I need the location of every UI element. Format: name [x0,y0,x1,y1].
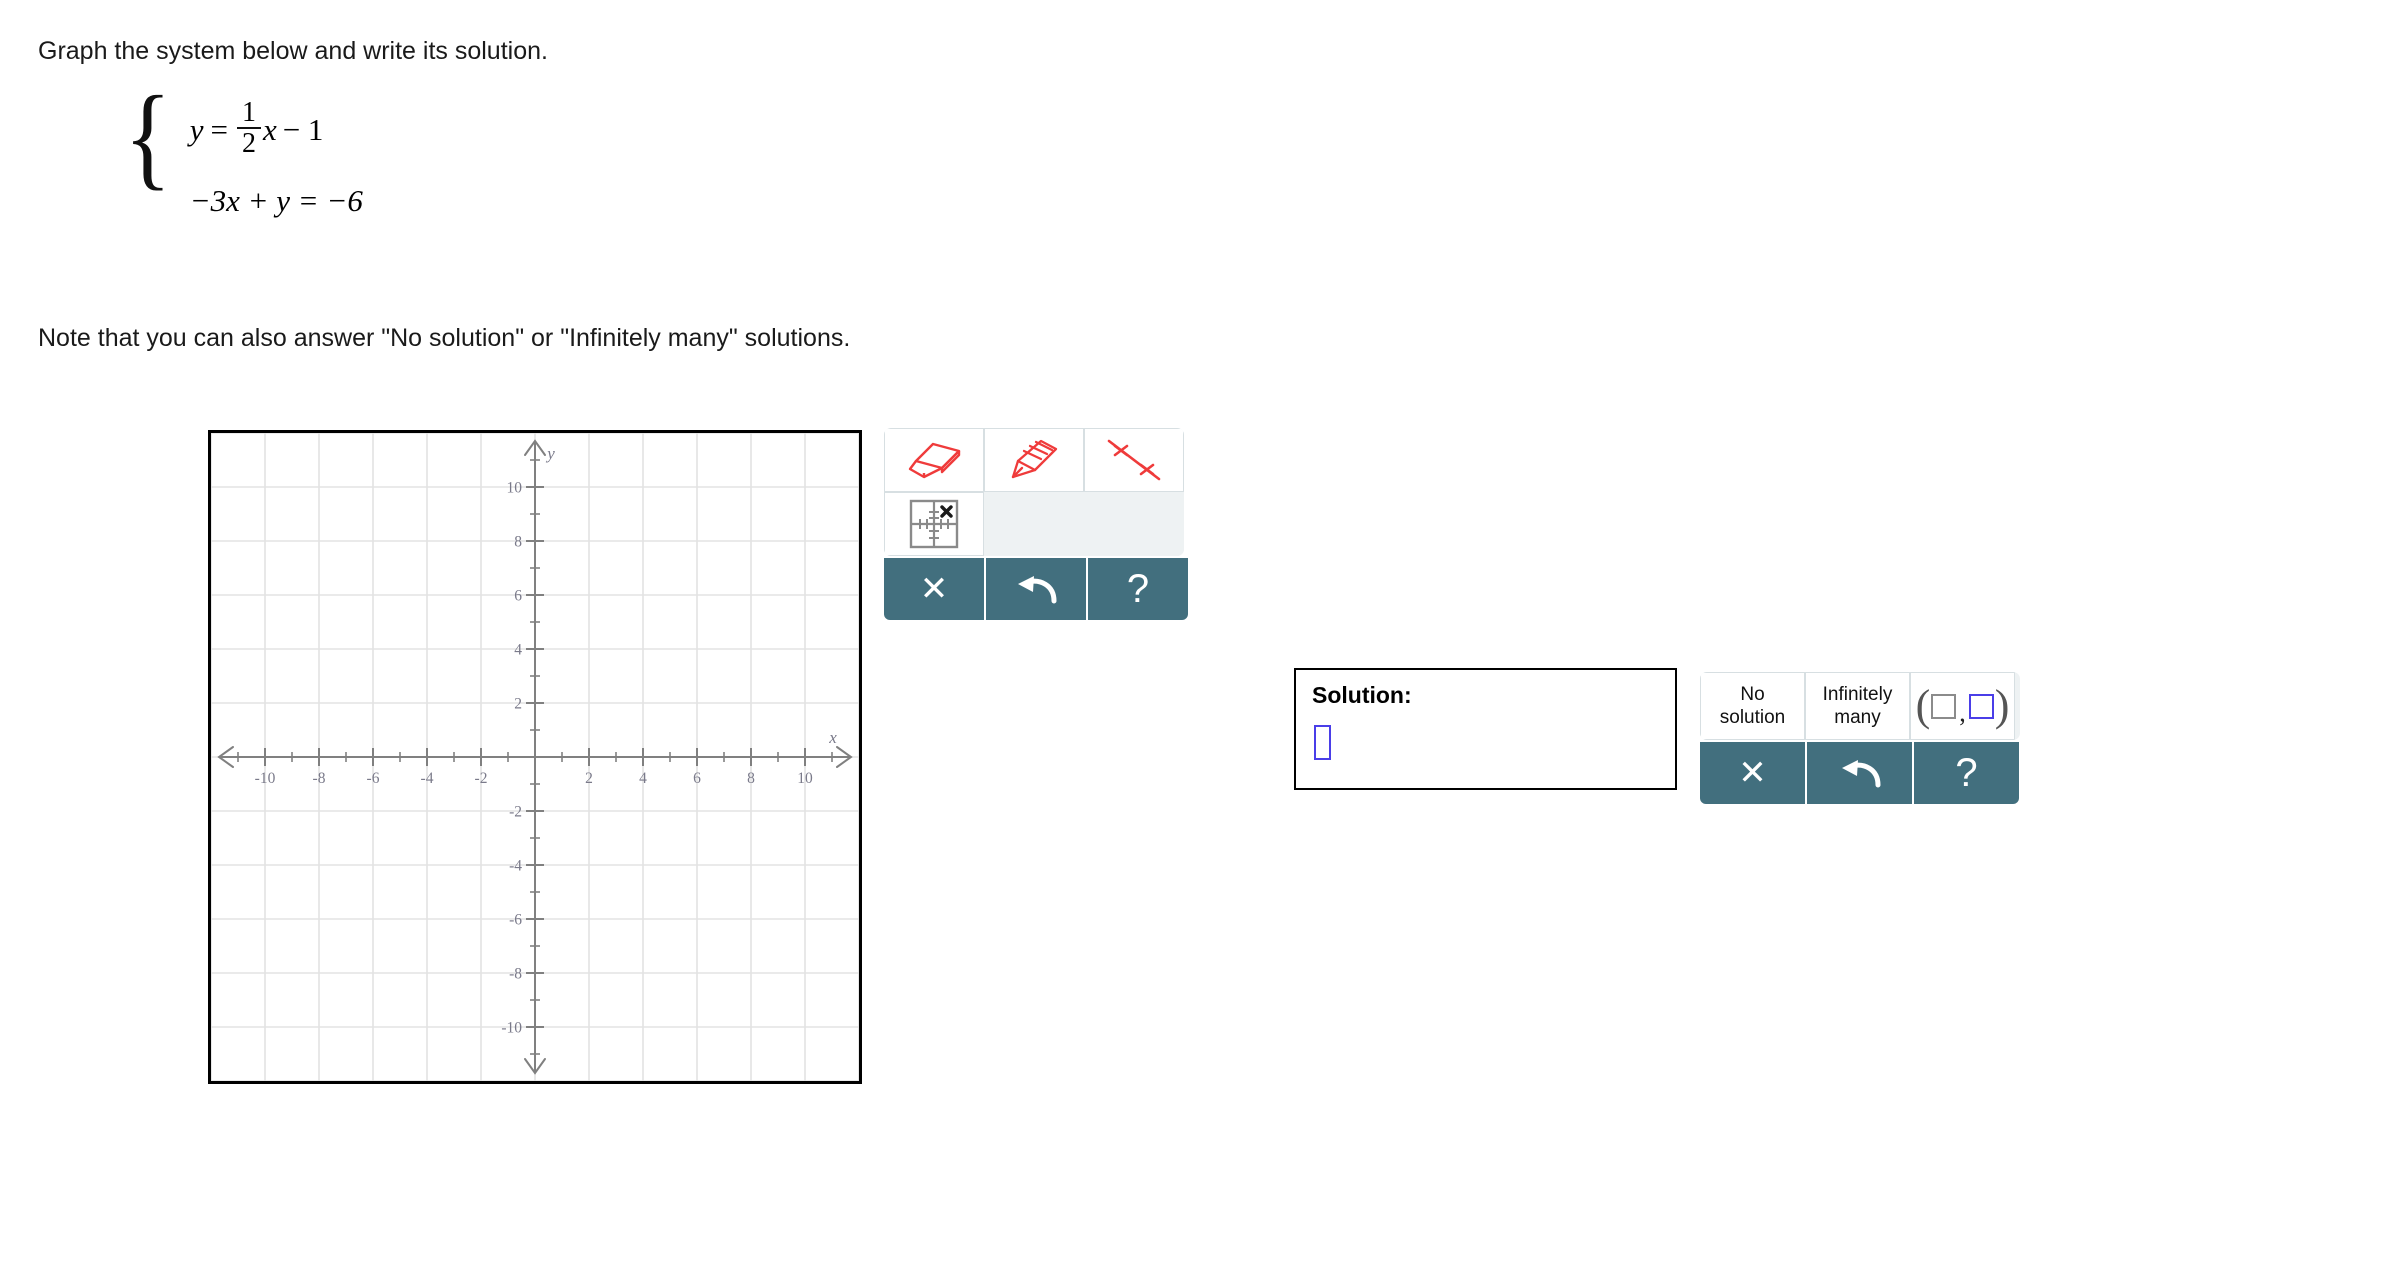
svg-text:4: 4 [514,642,522,659]
tool-line-through-points[interactable] [1084,428,1184,492]
equation-2-text: −3x + y = −6 [189,183,363,218]
question-mark-icon: ? [1955,751,1978,795]
svg-text:-2: -2 [509,804,522,821]
tool-slot-empty-1 [984,492,1084,556]
undo-arrow-icon [1018,576,1057,604]
ordered-pair-comma: , [1959,697,1966,727]
graph-drawing-toolbar[interactable]: ✕ ? [884,428,1188,682]
answer-toolbar-actions: ✕ ? [1700,742,2020,804]
draw-toolbar-actions: ✕ ? [884,558,1188,620]
svg-text:-6: -6 [509,912,522,929]
page-note: Note that you can also answer "No soluti… [38,324,851,352]
line-with-points-icon [1107,439,1161,481]
close-icon: ✕ [919,570,949,608]
question-mark-icon: ? [1126,567,1150,611]
draw-undo-button[interactable] [986,558,1086,620]
svg-text:-10: -10 [501,1020,522,1037]
svg-text:6: 6 [693,770,701,787]
svg-text:4: 4 [639,770,647,787]
draw-clear-button[interactable]: ✕ [884,558,984,620]
tool-eraser[interactable] [884,428,984,492]
left-paren: ( [1915,681,1931,730]
answer-toolbar[interactable]: No solution Infinitely many ( , ) ✕ ? [1700,672,2020,830]
equation-1-equals: = [210,112,228,147]
svg-text:8: 8 [747,770,755,787]
close-icon: ✕ [1738,754,1767,792]
graph-canvas[interactable]: -10 -8 -6 -4 -2 2 4 6 8 10 10 8 6 4 2 -2 -4 -6 -8 -10 x y [211,433,859,1081]
tool-pencil[interactable] [984,428,1084,492]
equation-1-fraction: 1 2 [236,97,261,159]
svg-text:-10: -10 [255,770,276,787]
solution-input[interactable] [1314,725,1331,760]
svg-text:-6: -6 [367,770,380,787]
fraction-numerator: 1 [241,97,256,128]
svg-text:2: 2 [514,696,522,713]
svg-text:-8: -8 [313,770,326,787]
plot-point-icon [909,499,959,549]
svg-text:10: 10 [507,480,523,497]
infinitely-many-line1: Infinitely [1822,684,1893,705]
svg-text:6: 6 [514,588,522,605]
equation-1-lhs: y [189,112,204,147]
tool-grid [884,428,1184,556]
pencil-icon [1011,439,1058,479]
no-solution-line2: solution [1719,707,1786,728]
equation-1: y = 1 2 x − 1 [189,97,363,159]
ordered-pair-template: ( , ) [1915,681,2010,730]
equation-1-variable: x [262,112,277,147]
svg-text:10: 10 [797,770,813,787]
solution-answer-box[interactable]: Solution: [1294,668,1677,790]
answer-undo-button[interactable] [1807,742,1912,804]
axes [217,439,853,1075]
ordered-pair-box-x[interactable] [1931,693,1957,719]
svg-text:-4: -4 [509,858,522,875]
svg-text:2: 2 [585,770,593,787]
page-instruction: Graph the system below and write its sol… [38,37,548,65]
solution-label: Solution: [1312,682,1412,708]
tool-plot-point[interactable] [884,492,984,556]
tool-slot-empty-2 [1084,492,1184,556]
equation-2: −3x + y = −6 [190,183,363,219]
answer-clear-button[interactable]: ✕ [1700,742,1805,804]
svg-text:-4: -4 [421,770,434,787]
answer-infinitely-many-button[interactable]: Infinitely many [1805,672,1910,740]
no-solution-line1: No [1740,684,1765,705]
draw-help-button[interactable]: ? [1088,558,1188,620]
svg-text:x: x [828,728,837,747]
undo-arrow-icon [1841,760,1880,788]
eraser-icon [908,442,961,479]
system-brace: { [124,73,172,201]
answer-options-grid: No solution Infinitely many ( , ) [1700,672,2020,740]
ordered-pair-box-y[interactable] [1968,693,1994,719]
answer-no-solution-button[interactable]: No solution [1700,672,1805,740]
equation-1-constant: − 1 [282,112,324,147]
svg-text:-2: -2 [475,770,488,787]
fraction-denominator: 2 [241,128,256,159]
right-paren: ) [1994,681,2010,730]
svg-text:-8: -8 [509,966,522,983]
svg-text:y: y [545,444,555,463]
infinitely-many-line2: many [1834,707,1881,728]
svg-text:8: 8 [514,534,522,551]
answer-ordered-pair-button[interactable]: ( , ) [1910,672,2015,740]
coordinate-graph[interactable]: -10 -8 -6 -4 -2 2 4 6 8 10 10 8 6 4 2 -2 -4 -6 -8 -10 x y [208,430,862,1084]
system-of-equations: { y = 1 2 x − 1 −3x + y = −6 [120,79,363,223]
answer-help-button[interactable]: ? [1914,742,2019,804]
